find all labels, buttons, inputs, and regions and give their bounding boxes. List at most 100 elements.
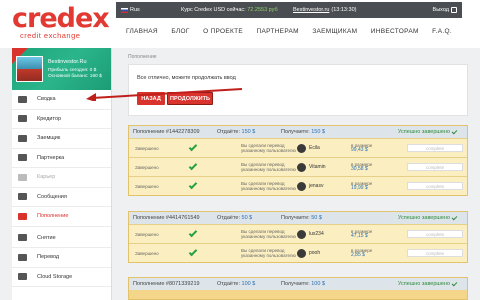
row-username[interactable]: Vitamin [309,164,326,170]
get-label: Получаете: [281,129,310,135]
table-row: Завершено Вы сделали перевод указанному … [129,157,467,176]
give-value: 150 $ [241,129,256,135]
check-icon [451,128,458,134]
deposit-title: Пополнение #8071339219 [133,281,200,287]
row-amount: в размере 19,99 $ [351,181,372,192]
status-badge: Успешно завершено [397,128,458,135]
get-value: 50 $ [311,215,322,221]
row-amount: в размере 47,15 $ [351,229,372,240]
amount-value: 19,99 $ [351,185,368,191]
sidebar: Bestinvestor.Ru Прибыль сегодня: 0 $ Осн… [12,48,112,300]
language-selector[interactable]: Rus [121,7,181,13]
nav-faq[interactable]: F.A.Q. [432,28,452,35]
exchange-rate: Курс Credex USD сейчас: 72.2553 руб [181,7,293,13]
give-label: Отдаёте: [217,281,240,287]
deposit-block: Пополнение #1442278309 Отдаёте: 150 $ По… [128,125,468,196]
sidebar-item-partners[interactable]: Партнерка [12,149,111,168]
deposit-block: Пополнение #8071339219 Отдаёте: 100 $ По… [128,277,468,300]
table-row: Завершено Вы сделали перевод указанному … [129,138,467,157]
give-amount: Отдаёте: 150 $ [217,129,255,135]
sidebar-item-borrower[interactable]: Заемщик [12,129,111,149]
profile-card: Bestinvestor.Ru Прибыль сегодня: 0 $ Осн… [12,48,111,90]
user-time: (13:13:30) [331,7,357,13]
status-text: Успешно завершено [397,281,450,287]
sidebar-item-cloud-storage[interactable]: Cloud Storage [12,268,111,287]
row-amount: в размере 2,85 $ [351,248,372,259]
progress-bar: complete [407,144,463,152]
transfer-icon [18,253,27,261]
row-status: Завершено [135,231,159,237]
sidebar-item-messages[interactable]: Сообщения [12,188,111,207]
give-amount: Отдаёте: 50 $ [217,215,252,221]
give-value: 50 $ [241,215,253,221]
get-value: 150 $ [311,129,325,135]
sidebar-item-label: Перевод [37,254,60,261]
continue-button[interactable]: ПРОДОЛЖИТЬ [167,92,213,105]
sidebar-item-label: Снятие [37,234,56,241]
nav-partners[interactable]: ПАРТНЕРАМ [256,28,298,35]
nav-home[interactable]: ГЛАВНАЯ [126,28,158,35]
user-link[interactable]: Bestinvestor.ru [293,7,329,13]
row-message: Вы сделали перевод указанному пользовате… [241,229,296,239]
row-message: Вы сделали перевод указанному пользовате… [241,248,296,258]
row-username[interactable]: pooh [309,250,320,256]
sidebar-item-label: Cloud Storage [37,273,73,280]
row-username[interactable]: lux234 [309,231,324,237]
logo-text: credex [12,3,110,34]
give-value: 100 $ [241,281,256,287]
get-value: 100 $ [311,281,325,287]
row-status: Завершено [135,145,159,151]
cloud-icon [18,273,27,281]
sidebar-item-lender[interactable]: Кредитор [12,110,111,129]
avatar [297,230,306,239]
logout-button[interactable]: Выход [433,7,457,13]
row-status: Завершено [135,250,159,256]
profile-info: Прибыль сегодня: 0 $ Основной баланс: 16… [48,68,102,80]
avatar [297,144,306,153]
table-row: Завершено Вы сделали перевод указанному … [129,176,467,195]
sidebar-item-label: Карьер [37,174,56,181]
sidebar-item-withdraw[interactable]: Снятие [12,229,111,248]
logout-icon [451,7,457,13]
check-icon [188,142,198,152]
sidebar-item-deposit[interactable]: Пополнение [12,207,111,227]
sidebar-item-label: Кредитор [37,115,62,122]
status-text: Успешно завершено [397,215,450,221]
sidebar-item-summary[interactable]: Сводка [12,90,111,110]
table-row: Завершено Вы сделали перевод указанному … [129,224,467,243]
nav-blog[interactable]: БЛОГ [171,28,189,35]
main-balance: Основной баланс: 160 $ [48,74,102,79]
row-amount: в размере 30,58 $ [351,162,372,173]
messages-icon [18,193,27,201]
row-username[interactable]: jenasv [309,183,323,189]
breadcrumb: Пополнение [128,54,157,60]
back-button[interactable]: НАЗАД [137,92,165,105]
progress-bar: complete [407,163,463,171]
nav-investors[interactable]: ИНВЕСТОРАМ [371,28,419,35]
message-panel: Все отлично, можете продолжать ввод НАЗА… [128,64,468,116]
avatar [297,182,306,191]
table-row: Завершено Вы сделали перевод указанному … [129,243,467,262]
nav-about[interactable]: О ПРОЕКТЕ [203,28,243,35]
status-text: Успешно завершено [397,129,450,135]
nav-borrowers[interactable]: ЗАЕМЩИКАМ [312,28,357,35]
status-badge: Успешно завершено [397,280,458,287]
status-message: Все отлично, можете продолжать ввод [137,75,236,81]
summary-icon [18,95,27,103]
deposit-title: Пополнение #4414761549 [133,215,200,221]
amount-value: 30,58 $ [351,166,368,172]
deposit-header: Пополнение #4414761549 Отдаёте: 50 $ Пол… [129,212,467,224]
get-label: Получаете: [281,215,310,221]
check-icon [188,247,198,257]
logo[interactable]: credex credit exchange [12,5,112,41]
row-message: Вы сделали перевод указанному пользовате… [241,143,296,153]
top-bar: Rus Курс Credex USD сейчас: 72.2553 руб … [116,2,462,18]
wallet-icon [18,115,27,123]
deposit-icon [18,212,27,220]
sidebar-item-label: Заемщик [37,135,61,142]
row-username[interactable]: Ecila [309,145,320,151]
sidebar-item-transfer[interactable]: Перевод [12,248,111,268]
career-icon [18,173,27,181]
row-amount: в размере 99,43 $ [351,143,372,154]
avatar[interactable] [16,56,43,82]
